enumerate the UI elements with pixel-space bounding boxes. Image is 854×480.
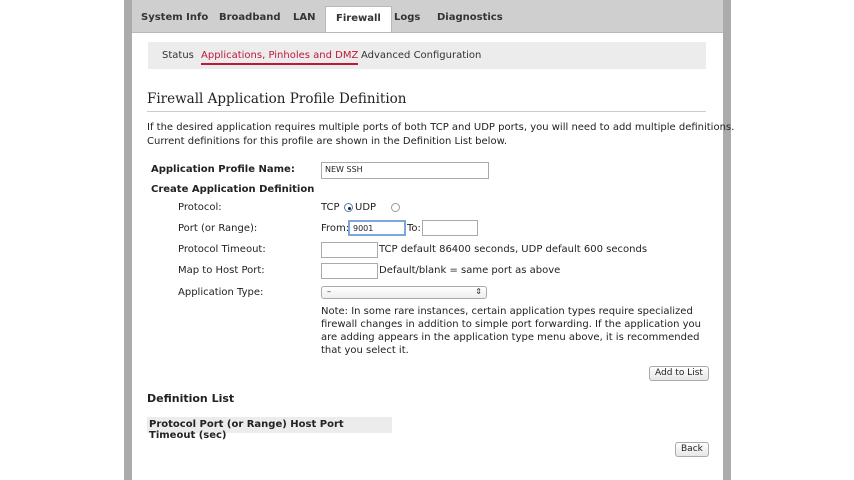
from-label: From:	[321, 223, 350, 234]
map-host-port-label: Map to Host Port:	[178, 265, 265, 276]
port-from-input[interactable]: 9001	[348, 220, 406, 236]
subnav-advanced-configuration[interactable]: Advanced Configuration	[361, 50, 481, 61]
protocol-udp-label: UDP	[355, 202, 377, 213]
page-title: Firewall Application Profile Definition	[147, 91, 407, 107]
profile-name-input[interactable]: NEW SSH	[321, 162, 489, 179]
tab-logs[interactable]: Logs	[394, 12, 420, 23]
application-type-select[interactable]: – ⇕	[321, 286, 487, 299]
subnav-status[interactable]: Status	[162, 50, 194, 61]
tab-firewall[interactable]: Firewall	[325, 6, 392, 32]
create-definition-heading: Create Application Definition	[151, 184, 315, 195]
select-arrows-icon: ⇕	[475, 287, 482, 296]
tab-broadband[interactable]: Broadband	[219, 12, 281, 23]
tab-system-info[interactable]: System Info	[141, 12, 208, 23]
definition-list-header: Protocol Port (or Range) Host Port Timeo…	[147, 417, 392, 441]
port-label: Port (or Range):	[178, 223, 258, 234]
intro-line-1: If the desired application requires mult…	[147, 122, 735, 133]
tab-lan[interactable]: LAN	[293, 12, 315, 23]
add-to-list-button[interactable]: Add to List	[649, 366, 709, 381]
intro-line-2: Current definitions for this profile are…	[147, 136, 508, 147]
page-frame	[124, 0, 731, 480]
application-type-label: Application Type:	[178, 287, 264, 298]
timeout-hint: TCP default 86400 seconds, UDP default 6…	[379, 244, 648, 255]
map-host-port-hint: Default/blank = same port as above	[379, 265, 561, 276]
protocol-tcp-label: TCP	[321, 202, 340, 213]
application-type-note: Note: In some rare instances, certain ap…	[321, 306, 701, 356]
tab-diagnostics[interactable]: Diagnostics	[437, 12, 503, 23]
protocol-tcp-radio[interactable]	[344, 203, 353, 212]
subnav-applications[interactable]: Applications, Pinholes and DMZ	[201, 50, 359, 65]
title-divider	[147, 111, 706, 112]
protocol-label: Protocol:	[178, 202, 222, 213]
port-to-input[interactable]	[422, 220, 478, 236]
timeout-input[interactable]	[321, 242, 378, 258]
back-button[interactable]: Back	[675, 442, 709, 457]
to-label: To:	[407, 223, 421, 234]
application-type-value: –	[327, 287, 331, 296]
definition-list-heading: Definition List	[147, 392, 235, 405]
map-host-port-input[interactable]	[321, 263, 378, 279]
profile-name-label: Application Profile Name:	[151, 164, 295, 175]
timeout-label: Protocol Timeout:	[178, 244, 266, 255]
